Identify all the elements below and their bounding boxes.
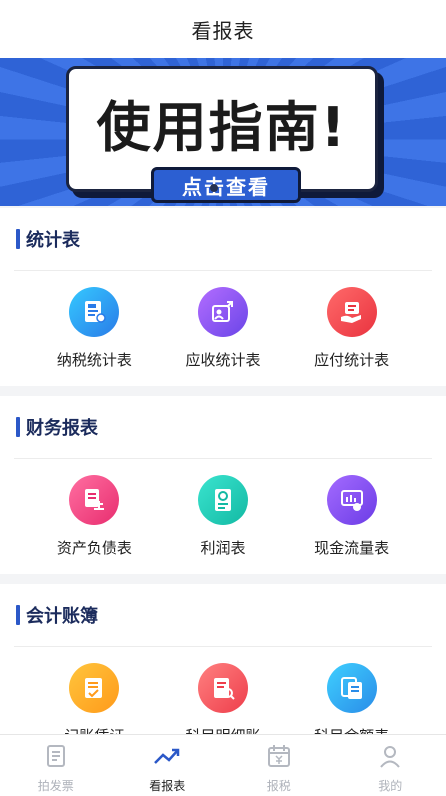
tab-invoice[interactable]: 拍发票 xyxy=(0,735,112,796)
section-accounting-books: 会计账簿 记账凭证 科目明细账 科目余额表 xyxy=(0,584,446,734)
invoice-icon xyxy=(43,743,69,773)
tab-label: 拍发票 xyxy=(37,779,74,793)
item-label: 科目明细账 xyxy=(185,725,260,734)
tax-stats-item[interactable]: 纳税统计表 xyxy=(34,271,154,370)
item-label: 应收统计表 xyxy=(185,351,261,369)
ledger-detail-item[interactable]: 科目明细账 xyxy=(163,647,283,734)
section-statistics: 统计表 纳税统计表 应收统计表 应付统计表 xyxy=(0,208,446,386)
tab-tax[interactable]: 报税 xyxy=(223,735,335,796)
tab-label: 我的 xyxy=(378,779,403,793)
section-header: 会计账簿 xyxy=(0,584,446,646)
guide-banner[interactable]: 使用指南! 点击查看 xyxy=(0,58,446,206)
profit-statement-item[interactable]: 利润表 xyxy=(163,459,283,558)
banner-card: 使用指南! 点击查看 xyxy=(66,66,378,203)
section-header: 统计表 xyxy=(0,208,446,270)
item-label: 资产负债表 xyxy=(56,539,132,557)
section-accent-bar xyxy=(16,229,20,249)
user-icon xyxy=(377,743,403,773)
cash-flow-icon xyxy=(326,475,377,525)
bottom-tab-bar: 拍发票 看报表 报税 我的 xyxy=(0,734,446,796)
tab-label: 看报表 xyxy=(149,779,186,793)
section-title: 会计账簿 xyxy=(26,606,98,627)
section-title: 财务报表 xyxy=(26,418,98,439)
voucher-icon xyxy=(69,663,120,713)
item-label: 纳税统计表 xyxy=(56,351,132,369)
trend-icon xyxy=(152,743,182,773)
profit-icon xyxy=(197,475,248,525)
section-accent-bar xyxy=(16,417,20,437)
ledger-detail-icon xyxy=(197,663,248,713)
balance-table-icon xyxy=(326,663,377,713)
page-title: 看报表 xyxy=(191,18,255,43)
tab-reports[interactable]: 看报表 xyxy=(112,735,224,796)
balance-sheet-icon xyxy=(69,475,120,525)
top-bar: 看报表 xyxy=(0,0,446,58)
item-label: 现金流量表 xyxy=(314,539,390,557)
tax-form-icon xyxy=(69,287,120,337)
item-label: 科目余额表 xyxy=(314,725,389,734)
section-header: 财务报表 xyxy=(0,396,446,458)
section-accent-bar xyxy=(16,605,20,625)
tab-label: 报税 xyxy=(266,779,291,793)
carousel-dot[interactable] xyxy=(210,184,218,192)
section-financial-reports: 财务报表 资产负债表 利润表 现金流量表 xyxy=(0,396,446,574)
voucher-item[interactable]: 记账凭证 xyxy=(34,647,154,734)
item-label: 应付统计表 xyxy=(314,351,390,369)
carousel-indicator xyxy=(210,184,218,192)
receivable-stats-item[interactable]: 应收统计表 xyxy=(163,271,283,370)
balance-table-item[interactable]: 科目余额表 xyxy=(292,647,412,734)
cash-flow-item[interactable]: 现金流量表 xyxy=(292,459,412,558)
item-label: 记账凭证 xyxy=(64,725,124,734)
tax-calendar-icon xyxy=(266,743,292,773)
tab-profile[interactable]: 我的 xyxy=(335,735,446,796)
receivable-icon xyxy=(197,287,248,337)
view-guide-button[interactable]: 点击查看 xyxy=(151,167,301,203)
banner-headline: 使用指南! xyxy=(96,96,348,159)
item-label: 利润表 xyxy=(200,539,246,557)
section-title: 统计表 xyxy=(26,230,80,251)
payable-stats-item[interactable]: 应付统计表 xyxy=(292,271,412,370)
payable-icon xyxy=(326,287,377,337)
balance-sheet-item[interactable]: 资产负债表 xyxy=(34,459,154,558)
